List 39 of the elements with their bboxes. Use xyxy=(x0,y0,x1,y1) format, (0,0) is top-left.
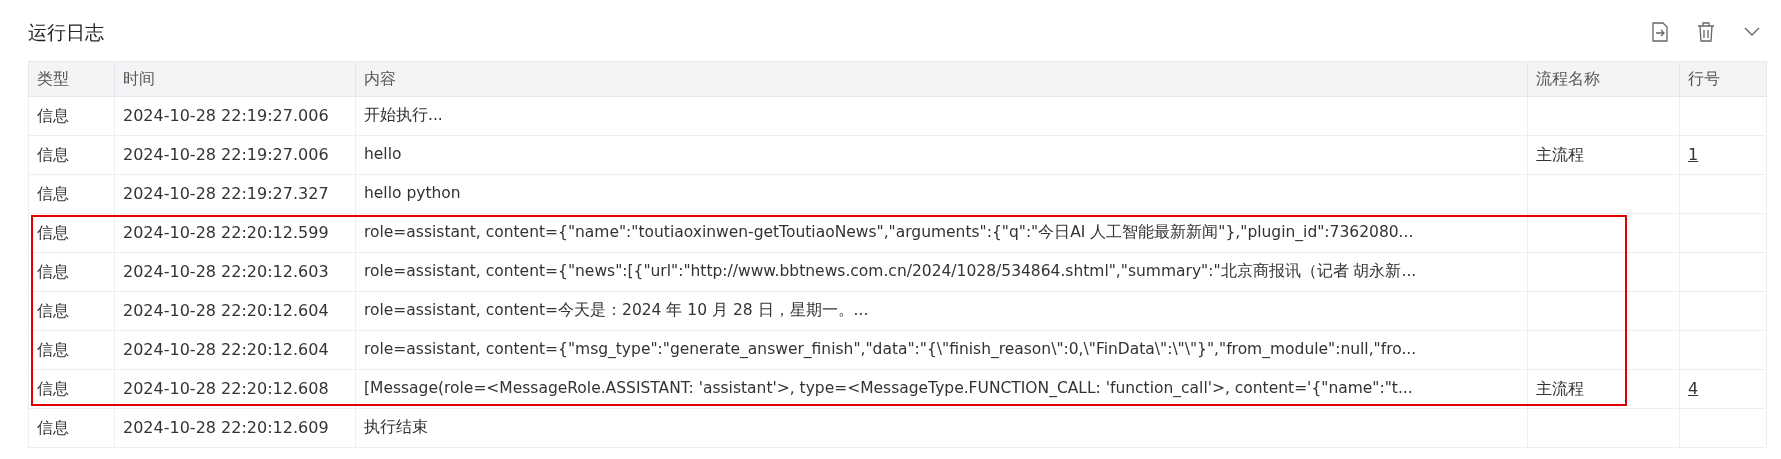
column-header: 内容 xyxy=(355,61,1528,96)
flow-cell: 主流程 xyxy=(1527,369,1680,408)
type-cell: 信息 xyxy=(28,252,115,291)
content-cell: role=assistant, content=今天是：2024 年 10 月 28 日，星期一。... xyxy=(355,291,1528,330)
time-cell: 2024-10-28 22:19:27.006 xyxy=(114,96,356,135)
line-number-link[interactable]: 4 xyxy=(1688,378,1699,398)
type-cell: 信息 xyxy=(28,213,115,252)
flow-cell: 主流程 xyxy=(1527,135,1680,174)
time-cell: 2024-10-28 22:20:12.608 xyxy=(114,369,356,408)
time-cell: 2024-10-28 22:19:27.327 xyxy=(114,174,356,213)
content-cell: 开始执行... xyxy=(355,96,1528,135)
type-cell: 信息 xyxy=(28,330,115,369)
time-cell: 2024-10-28 22:20:12.603 xyxy=(114,252,356,291)
content-cell: [Message(role=<MessageRole.ASSISTANT: 'assistant'>, type=<MessageType.FUNCTION_CALL: 'function_call'>, content='{"name":"t... xyxy=(355,369,1528,408)
column-header: 类型 xyxy=(28,61,115,96)
type-cell: 信息 xyxy=(28,291,115,330)
time-cell: 2024-10-28 22:19:27.006 xyxy=(114,135,356,174)
line-number-link[interactable]: 1 xyxy=(1688,144,1699,164)
time-cell: 2024-10-28 22:20:12.609 xyxy=(114,408,356,447)
type-cell: 信息 xyxy=(28,408,115,447)
type-cell: 信息 xyxy=(28,96,115,135)
content-cell: role=assistant, content={"msg_type":"generate_answer_finish","data":"{\"finish_reason\":0,\"FinData\":\"\"}","from_module":null,"fro... xyxy=(355,330,1528,369)
content-cell: hello python xyxy=(355,174,1528,213)
content-cell: hello xyxy=(355,135,1528,174)
column-header: 时间 xyxy=(114,61,356,96)
time-cell: 2024-10-28 22:20:12.599 xyxy=(114,213,356,252)
content-cell: 执行结束 xyxy=(355,408,1528,447)
type-cell: 信息 xyxy=(28,174,115,213)
time-cell: 2024-10-28 22:20:12.604 xyxy=(114,330,356,369)
content-cell: role=assistant, content={"name":"toutiaoxinwen-getToutiaoNews","arguments":{"q":"今日AI 人工智能最新新闻"},"plugin_id":7362080... xyxy=(355,213,1528,252)
column-header: 行号 xyxy=(1679,61,1767,96)
export-icon[interactable] xyxy=(1649,21,1671,44)
content-cell: role=assistant, content={"news":[{"url":"http://www.bbtnews.com.cn/2024/1028/534864.shtml","summary":"北京商报讯（记者 胡永新... xyxy=(355,252,1528,291)
type-cell: 信息 xyxy=(28,369,115,408)
column-header: 流程名称 xyxy=(1527,61,1680,96)
panel-title: 运行日志 xyxy=(28,20,104,45)
time-cell: 2024-10-28 22:20:12.604 xyxy=(114,291,356,330)
delete-icon[interactable] xyxy=(1695,21,1717,44)
type-cell: 信息 xyxy=(28,135,115,174)
